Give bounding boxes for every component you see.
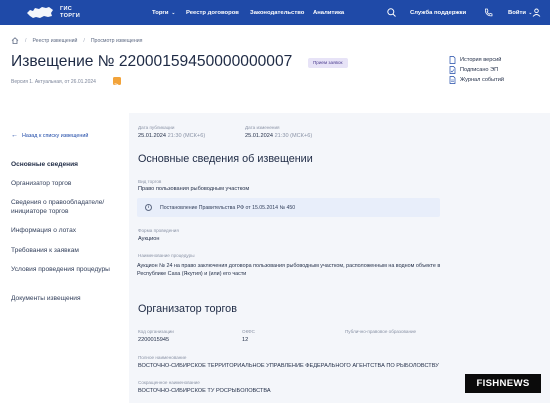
nav-registry[interactable]: Реестр договоров [186, 10, 239, 16]
user-icon[interactable] [531, 7, 542, 18]
search-icon[interactable] [386, 7, 397, 18]
modification-date-label: Дата изменения [245, 125, 280, 130]
watermark-fish: FISH [476, 378, 500, 389]
auction-type-value: Право пользования рыбоводным участком [138, 186, 250, 192]
short-name-label: Сокращенное наименование [138, 380, 200, 385]
nav-torgi-label: Торги [152, 9, 169, 16]
nav-legislation[interactable]: Законодательство [250, 10, 304, 16]
nav-analytics[interactable]: Аналитика [313, 10, 344, 16]
modification-date-value: 25.01.2024 21:30 (МСК+6) [245, 133, 312, 139]
fishnews-watermark: FISH NEWS [465, 374, 541, 393]
left-nav-lots[interactable]: Информация о лотах [11, 226, 123, 235]
left-nav-documents[interactable]: Документы извещения [11, 294, 123, 303]
basic-info-section-title: Основные сведения об извещении [138, 153, 313, 165]
page-title: Извещение № 22000159450000000007 [11, 53, 293, 70]
breadcrumb-registry[interactable]: Реестр извещений [32, 38, 77, 44]
procedure-name-value: Аукцион № 24 на право заключения договор… [137, 263, 441, 278]
status-badge: Прием заявок [308, 58, 348, 68]
procedure-name-label: Наименование процедуры [138, 253, 195, 258]
version-info: Версия 1. Актуальная, от 26.01.2024 [11, 79, 96, 85]
okfs-label: ОКФС [242, 329, 255, 334]
publication-date-value: 25.01.2024 21:30 (МСК+6) [138, 133, 205, 139]
auction-type-label: Вид торгов [138, 179, 162, 184]
left-nav-organizer[interactable]: Организатор торгов [11, 179, 123, 188]
home-icon[interactable] [11, 37, 19, 44]
form-label: Форма проведения [138, 228, 179, 233]
notice-actions: История версий Подписано ЭП Журнал событ… [449, 55, 504, 85]
signed-ep-link[interactable]: Подписано ЭП [449, 65, 504, 75]
nav-torgi[interactable]: Торги ⌄ [152, 10, 175, 16]
left-nav-conditions[interactable]: Условия проведения процедуры [11, 265, 123, 274]
org-code-label: Код организации [138, 329, 174, 334]
login-label: Войти [508, 9, 526, 16]
phone-icon[interactable] [483, 7, 494, 18]
publication-date: 25.01.2024 [138, 133, 166, 139]
short-name-value: ВОСТОЧНО-СИБИРСКОЕ ТУ РОСРЫБОЛОВСТВА [138, 388, 271, 394]
left-nav-requirements[interactable]: Требования к заявкам [11, 246, 123, 255]
watermark-news: NEWS [499, 378, 530, 389]
breadcrumb-separator: / [83, 37, 85, 44]
top-header: ГИС ТОРГИ Торги ⌄ Реестр договоров Законо… [0, 0, 550, 25]
nav-support[interactable]: Служба поддержки [410, 10, 466, 16]
breadcrumb: / Реестр извещений / Просмотр извещения [11, 37, 143, 44]
signed-ep-label: Подписано ЭП [460, 67, 499, 73]
left-nav-rightholder[interactable]: Сведения о правообладателе/ инициаторе т… [11, 198, 123, 216]
rss-icon[interactable] [113, 77, 121, 89]
arrow-left-icon: ← [11, 132, 18, 139]
okfs-value: 12 [242, 337, 249, 343]
event-log-label: Журнал событий [460, 77, 504, 83]
publication-time: 21:30 (МСК+6) [167, 133, 206, 139]
breadcrumb-current: Просмотр извещения [90, 37, 143, 44]
log-icon [449, 76, 456, 84]
org-code-value: 2200015945 [138, 337, 170, 343]
regulation-notice: i Постановление Правительства РФ от 15.0… [137, 198, 440, 217]
back-to-list-link[interactable]: ← Назад к списку извещений [11, 132, 88, 139]
chevron-down-icon: ⌄ [170, 10, 175, 15]
form-value: Аукцион [138, 236, 160, 242]
organizer-section-title: Организатор торгов [138, 303, 237, 315]
legal-entity-label: Публично-правовое образование [345, 329, 417, 334]
signature-icon [449, 66, 456, 74]
modification-time: 21:30 (МСК+6) [274, 133, 313, 139]
back-to-list-label: Назад к списку извещений [22, 132, 89, 139]
breadcrumb-separator: / [25, 37, 27, 44]
login-button[interactable]: Войти ⌄ [508, 10, 533, 16]
document-icon [449, 56, 456, 64]
publication-date-label: Дата публикации [138, 125, 175, 130]
info-icon: i [145, 204, 152, 211]
event-log-link[interactable]: Журнал событий [449, 75, 504, 85]
main-nav: Торги ⌄ Реестр договоров Законодательство… [0, 0, 550, 25]
version-history-link[interactable]: История версий [449, 55, 504, 65]
full-name-value: ВОСТОЧНО-СИБИРСКОЕ ТЕРРИТОРИАЛЬНОЕ УПРАВ… [138, 363, 439, 369]
modification-date: 25.01.2024 [245, 133, 273, 139]
full-name-label: Полное наименование [138, 355, 187, 360]
version-history-label: История версий [460, 57, 502, 63]
left-nav-basic[interactable]: Основные сведения [11, 160, 123, 169]
regulation-text: Постановление Правительства РФ от 15.05.… [160, 204, 296, 211]
